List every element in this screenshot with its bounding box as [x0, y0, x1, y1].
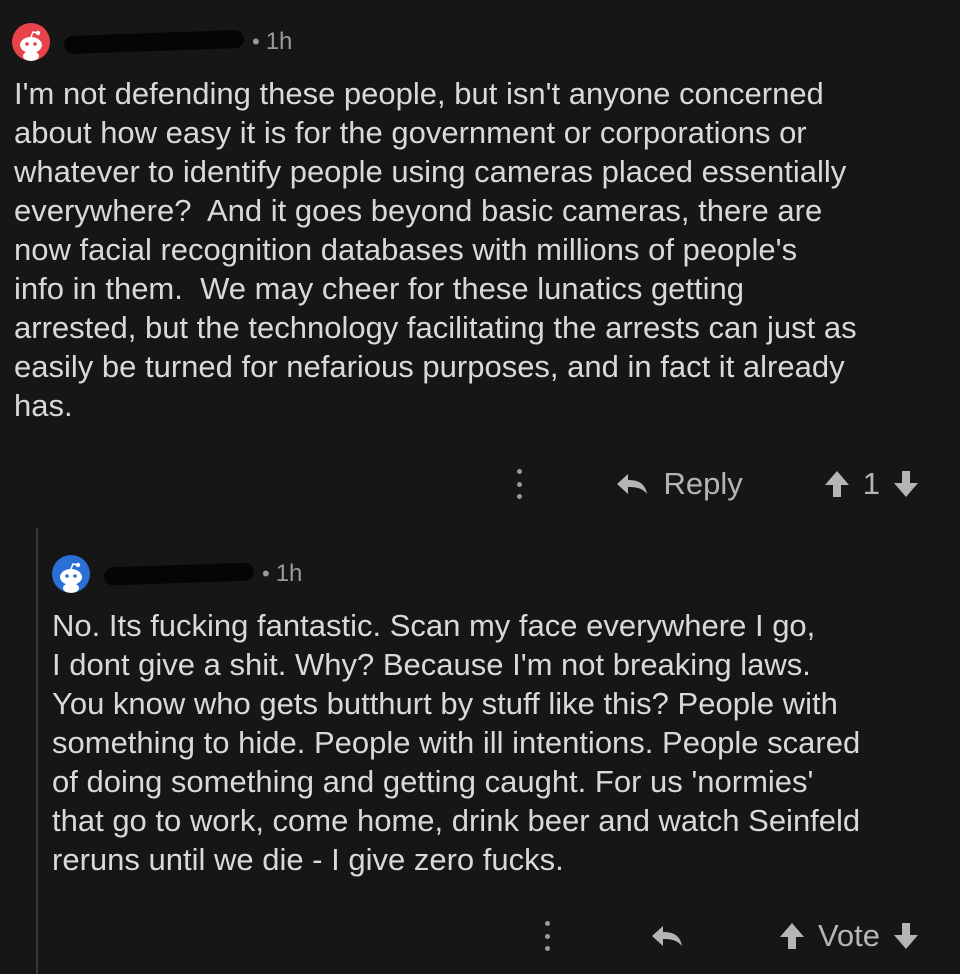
- vote-label: Vote: [817, 918, 880, 953]
- timestamp: 1h: [275, 560, 303, 587]
- separator-dot: •: [262, 561, 270, 586]
- vote-count: 1: [862, 466, 880, 501]
- reply-button[interactable]: Reply: [613, 466, 743, 502]
- more-options-icon[interactable]: [515, 469, 523, 499]
- reply-arrow-icon: [651, 926, 682, 946]
- reply-label: Reply: [663, 466, 743, 501]
- vote-control: Vote: [778, 918, 920, 954]
- reply-button[interactable]: [648, 922, 698, 950]
- snoo-avatar-icon: [60, 562, 82, 593]
- comment-parent: • 1h I'm not defending these people, but…: [0, 0, 960, 520]
- comment-header: • 1h: [12, 22, 292, 62]
- comment-header: • 1h: [52, 554, 302, 594]
- vote-control: 1: [823, 466, 920, 502]
- username-redacted[interactable]: [63, 29, 245, 55]
- comment-actions: Reply 1: [515, 462, 920, 506]
- timestamp: 1h: [265, 28, 293, 55]
- upvote-arrow-icon[interactable]: [823, 469, 851, 499]
- snoo-avatar-icon: [20, 30, 42, 61]
- more-options-icon[interactable]: [544, 921, 552, 951]
- username-redacted[interactable]: [103, 562, 255, 586]
- comment-body: I'm not defending these people, but isn'…: [14, 76, 857, 423]
- user-avatar[interactable]: [12, 23, 50, 61]
- separator-dot: •: [252, 29, 260, 54]
- downvote-arrow-icon[interactable]: [892, 921, 920, 951]
- upvote-arrow-icon[interactable]: [778, 921, 806, 951]
- user-avatar[interactable]: [52, 555, 90, 593]
- comment-body: No. Its fucking fantastic. Scan my face …: [52, 608, 861, 877]
- comment-reply: • 1h No. Its fucking fantastic. Scan my …: [0, 530, 960, 974]
- comment-actions: Vote: [544, 914, 920, 958]
- reply-arrow-icon: [617, 474, 648, 494]
- downvote-arrow-icon[interactable]: [892, 469, 920, 499]
